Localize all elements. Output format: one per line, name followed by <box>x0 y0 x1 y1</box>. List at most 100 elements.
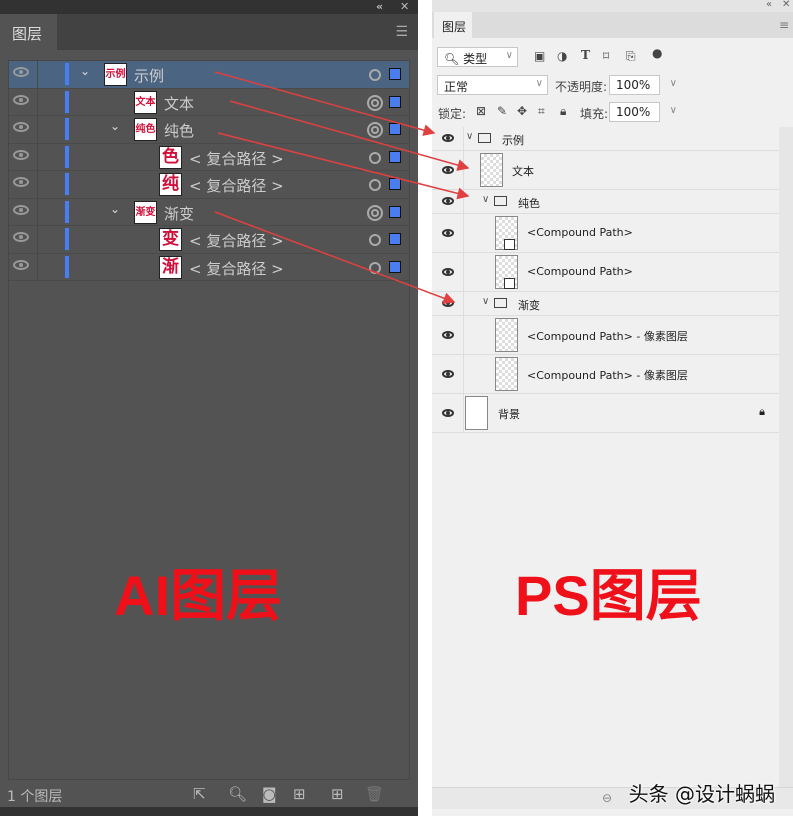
layer-name[interactable]: <Compound Path> <box>527 265 633 278</box>
filter-adjustment-icon[interactable]: ◑ <box>557 49 567 63</box>
layer-name[interactable]: 示例 <box>134 65 164 86</box>
layer-name[interactable]: <Compound Path> - 像素图层 <box>527 367 688 383</box>
lock-all-icon[interactable]: 🔒︎ <box>560 104 566 119</box>
chevron-down-icon[interactable]: ∨ <box>482 194 489 205</box>
layer-name[interactable]: <Compound Path> <box>527 226 633 239</box>
visibility-eye-icon[interactable] <box>442 268 454 276</box>
layer-row[interactable]: 变 < 复合路径 > <box>9 226 409 254</box>
layer-row[interactable]: ⌄ 渐变 渐变 <box>9 198 409 226</box>
layer-name[interactable]: < 复合路径 > <box>189 175 284 196</box>
layer-name[interactable]: < 复合路径 > <box>189 148 284 169</box>
target-icon[interactable] <box>369 179 381 191</box>
chevron-down-icon[interactable]: ⌄ <box>80 64 90 78</box>
visibility-eye-icon[interactable] <box>13 204 29 215</box>
new-layer-icon[interactable]: ⊞ <box>331 785 344 803</box>
visibility-eye-icon[interactable] <box>442 409 454 417</box>
selection-square-icon[interactable] <box>389 233 401 245</box>
layer-row[interactable]: 纯 < 复合路径 > <box>9 171 409 199</box>
close-icon[interactable]: ✕ <box>400 0 409 13</box>
close-icon[interactable]: ✕ <box>782 0 790 10</box>
selection-square-icon[interactable] <box>389 123 401 135</box>
opacity-input[interactable]: 100% ∨ <box>609 75 677 95</box>
collapse-icon[interactable]: « <box>766 0 772 10</box>
selection-square-icon[interactable] <box>389 205 401 218</box>
layer-name[interactable]: < 复合路径 > <box>189 258 284 279</box>
layer-row[interactable]: ∨ 示例 <box>432 127 779 151</box>
selection-square-icon[interactable] <box>389 178 401 190</box>
visibility-eye-icon[interactable] <box>442 197 454 205</box>
visibility-eye-icon[interactable] <box>13 232 29 242</box>
visibility-eye-icon[interactable] <box>13 94 29 105</box>
scrollbar[interactable] <box>779 127 793 787</box>
clipping-mask-icon[interactable]: ◙ <box>262 785 277 803</box>
lock-image-icon[interactable]: ✎ <box>497 104 507 118</box>
layer-row[interactable]: ∨ 渐变 <box>432 292 779 316</box>
visibility-eye-icon[interactable] <box>442 370 454 378</box>
chevron-down-icon[interactable]: ⌄ <box>110 202 120 216</box>
export-icon[interactable]: ⇱ <box>193 785 206 803</box>
lock-artboard-icon[interactable]: ⌗ <box>538 104 545 119</box>
layer-row[interactable]: 渐 < 复合路径 > <box>9 253 409 281</box>
layer-row[interactable]: 背景 🔒︎ <box>432 394 779 433</box>
filter-pixel-icon[interactable]: ▣ <box>534 49 545 63</box>
target-icon[interactable] <box>369 151 381 164</box>
visibility-eye-icon[interactable] <box>442 166 454 174</box>
visibility-eye-icon[interactable] <box>442 134 454 142</box>
layer-row[interactable]: <Compound Path> <box>432 253 779 292</box>
layer-name[interactable]: < 复合路径 > <box>189 230 284 251</box>
layer-row[interactable]: <Compound Path> - 像素图层 <box>432 316 779 355</box>
target-icon[interactable] <box>367 204 383 221</box>
collapse-icon[interactable]: « <box>376 0 383 13</box>
lock-position-icon[interactable]: ✥ <box>517 104 527 118</box>
layer-row[interactable]: 色 < 复合路径 > <box>9 143 409 171</box>
target-icon[interactable] <box>369 261 381 274</box>
layer-row[interactable]: ⌄ 示例 示例 <box>9 61 409 89</box>
layer-name[interactable]: 示例 <box>502 132 524 148</box>
visibility-eye-icon[interactable] <box>13 122 29 132</box>
layer-name[interactable]: 文本 <box>512 163 534 179</box>
visibility-eye-icon[interactable] <box>13 259 29 270</box>
layer-name[interactable]: 渐变 <box>164 203 194 224</box>
layer-name[interactable]: <Compound Path> - 像素图层 <box>527 328 688 344</box>
visibility-eye-icon[interactable] <box>442 331 454 339</box>
target-icon[interactable] <box>367 94 383 111</box>
layer-name[interactable]: 背景 <box>498 406 520 422</box>
filter-type-select[interactable]: 🔍︎ 类型 ∨ <box>437 47 518 67</box>
layer-row[interactable]: <Compound Path> <box>432 214 779 253</box>
panel-menu-icon[interactable]: ≡ <box>779 18 789 32</box>
panel-menu-icon[interactable]: ☰ <box>395 24 408 40</box>
visibility-eye-icon[interactable] <box>13 67 29 77</box>
layer-row[interactable]: ∨ 纯色 <box>432 190 779 214</box>
layer-row[interactable]: ⌄ 纯色 纯色 <box>9 116 409 144</box>
selection-square-icon[interactable] <box>389 68 401 80</box>
target-icon[interactable] <box>367 122 383 138</box>
search-icon[interactable]: 🔍︎ <box>228 785 247 803</box>
filter-smart-object-icon[interactable]: ⎘ <box>626 49 636 64</box>
target-icon[interactable] <box>369 234 381 246</box>
layer-name[interactable]: 渐变 <box>518 297 540 313</box>
chevron-down-icon[interactable]: ∨ <box>482 296 489 307</box>
chevron-down-icon[interactable]: ∨ <box>466 131 473 142</box>
layer-name[interactable]: 纯色 <box>164 120 194 141</box>
visibility-eye-icon[interactable] <box>442 299 454 307</box>
visibility-eye-icon[interactable] <box>13 149 29 160</box>
chevron-down-icon[interactable]: ⌄ <box>110 119 120 133</box>
fill-input[interactable]: 100% ∨ <box>609 102 677 122</box>
link-layers-icon[interactable]: ⊖ <box>602 791 612 805</box>
selection-square-icon[interactable] <box>389 95 401 108</box>
layer-name[interactable]: 纯色 <box>518 195 540 211</box>
selection-square-icon[interactable] <box>389 260 401 273</box>
layer-row[interactable]: 文本 文本 <box>9 88 409 116</box>
target-icon[interactable] <box>369 69 381 81</box>
layer-name[interactable]: 文本 <box>164 93 194 114</box>
visibility-eye-icon[interactable] <box>13 177 29 187</box>
filter-type-icon[interactable]: T <box>581 48 590 62</box>
lock-transparent-icon[interactable]: ⊠ <box>476 104 486 118</box>
filter-toggle-icon[interactable]: ● <box>652 46 662 60</box>
trash-icon[interactable]: 🗑︎ <box>365 785 384 803</box>
new-sublayer-icon[interactable]: ⊞ <box>293 785 306 803</box>
selection-square-icon[interactable] <box>389 150 401 163</box>
layer-row[interactable]: <Compound Path> - 像素图层 <box>432 355 779 394</box>
blend-mode-select[interactable]: 正常 ∨ <box>437 75 548 95</box>
layer-row[interactable]: 文本 <box>432 151 779 190</box>
